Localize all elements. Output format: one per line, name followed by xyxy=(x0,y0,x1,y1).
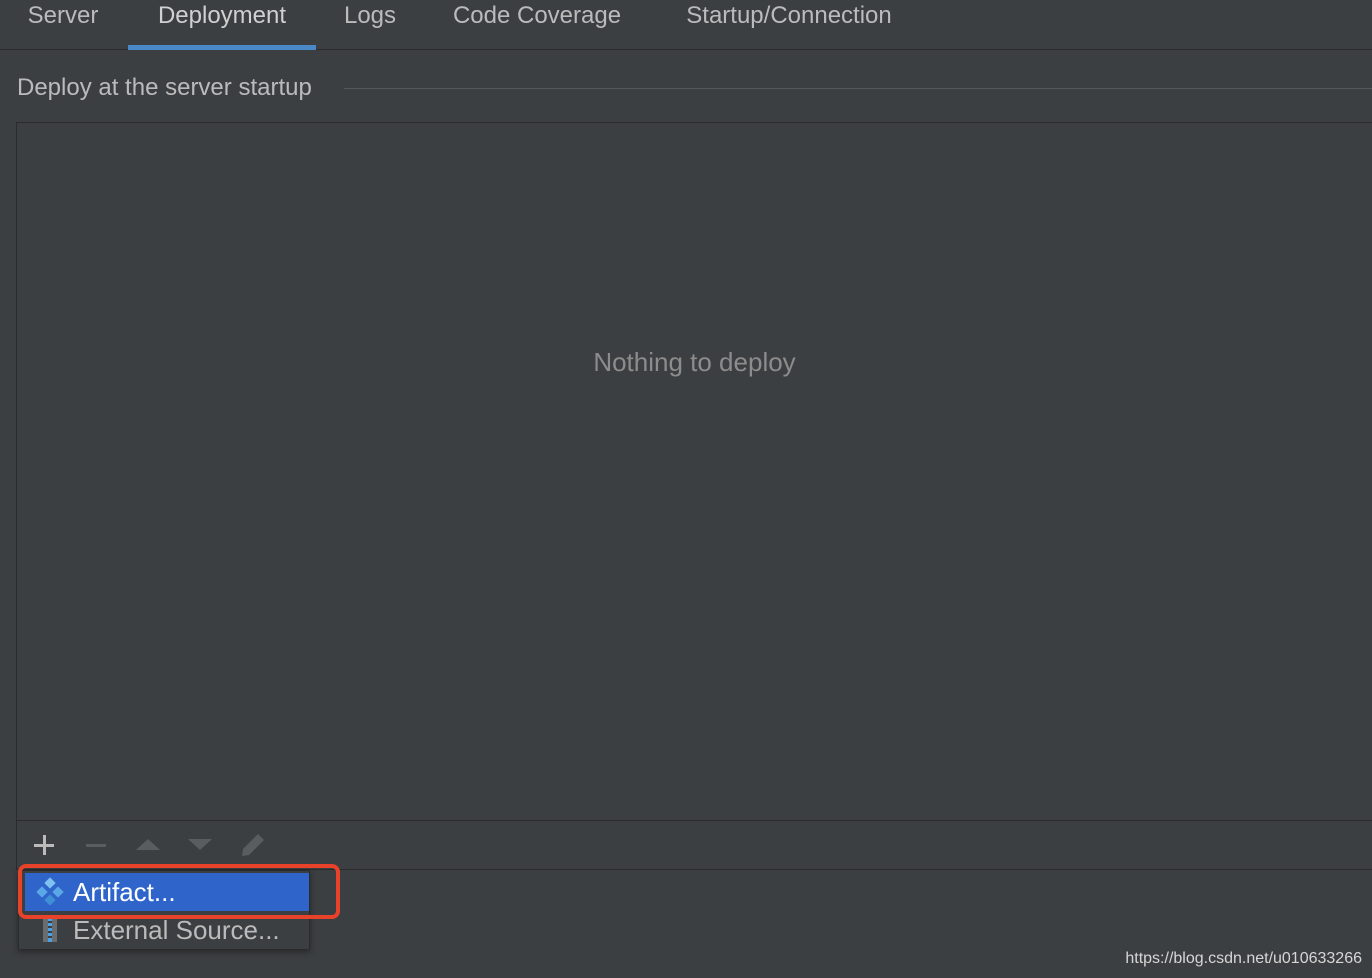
minus-icon xyxy=(85,834,107,856)
tab-logs[interactable]: Logs xyxy=(330,0,410,49)
remove-button[interactable] xyxy=(80,829,112,861)
menu-item-artifact[interactable]: Artifact... xyxy=(25,873,309,911)
menu-item-label: External Source... xyxy=(73,915,280,946)
artifact-icon xyxy=(33,877,67,907)
section-title: Deploy at the server startup xyxy=(17,74,312,102)
tab-server[interactable]: Server xyxy=(10,0,116,49)
empty-state-text: Nothing to deploy xyxy=(17,347,1372,378)
run-configuration-panel: Server Deployment Logs Code Coverage Sta… xyxy=(0,0,1372,978)
menu-item-external-source[interactable]: External Source... xyxy=(25,911,309,949)
pencil-icon xyxy=(239,831,267,859)
tab-label: Startup/Connection xyxy=(686,2,891,30)
tab-startup-connection[interactable]: Startup/Connection xyxy=(666,0,912,49)
deploy-list[interactable]: Nothing to deploy xyxy=(16,122,1372,870)
watermark: https://blog.csdn.net/u010633266 xyxy=(1125,950,1362,968)
list-toolbar xyxy=(17,820,1372,869)
add-button[interactable] xyxy=(28,829,60,861)
arrow-up-icon xyxy=(135,834,161,856)
arrow-down-icon xyxy=(187,834,213,856)
tab-code-coverage[interactable]: Code Coverage xyxy=(436,0,638,49)
tab-deployment[interactable]: Deployment xyxy=(128,0,316,49)
tab-label: Deployment xyxy=(158,2,286,30)
tab-bar: Server Deployment Logs Code Coverage Sta… xyxy=(0,0,1372,50)
tab-label: Server xyxy=(28,2,99,30)
edit-button[interactable] xyxy=(237,829,269,861)
plus-icon xyxy=(33,834,55,856)
menu-item-label: Artifact... xyxy=(73,877,176,908)
move-down-button[interactable] xyxy=(184,829,216,861)
archive-icon xyxy=(33,915,67,945)
tab-label: Logs xyxy=(344,2,396,30)
move-up-button[interactable] xyxy=(132,829,164,861)
tab-label: Code Coverage xyxy=(453,2,621,30)
section-separator xyxy=(344,88,1372,89)
add-popup-menu: Artifact... External Source... xyxy=(18,870,310,950)
active-tab-indicator xyxy=(128,45,316,50)
